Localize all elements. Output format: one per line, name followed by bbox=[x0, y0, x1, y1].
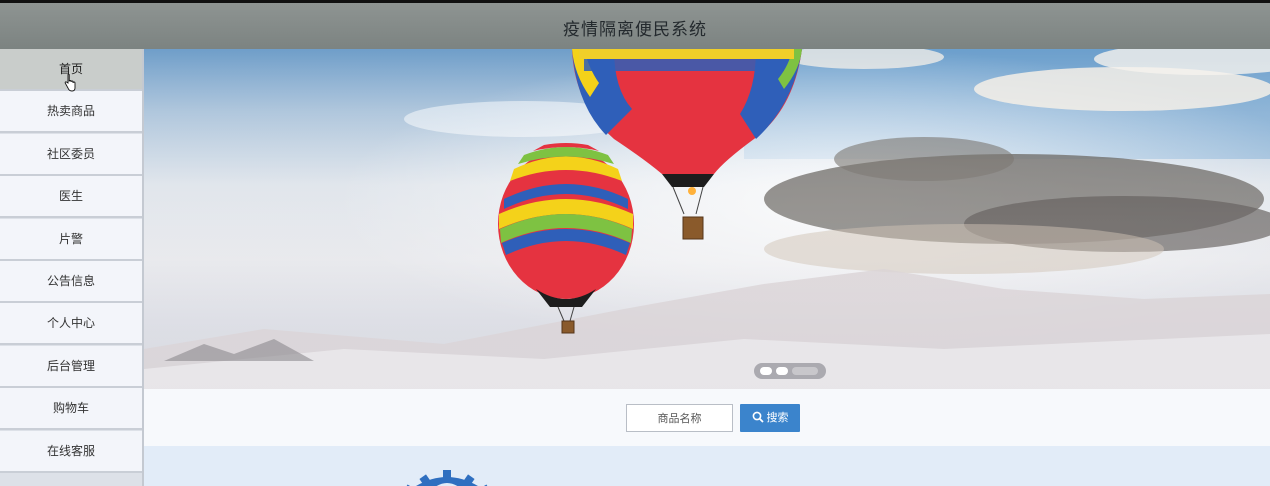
hot-air-balloon-image bbox=[144, 49, 1270, 389]
sidebar-item-admin[interactable]: 后台管理 bbox=[0, 345, 142, 388]
sidebar-item-police[interactable]: 片警 bbox=[0, 218, 142, 261]
sidebar-item-announcements[interactable]: 公告信息 bbox=[0, 260, 142, 303]
carousel-dot[interactable] bbox=[760, 367, 772, 375]
header-bar: 疫情隔离便民系统 bbox=[0, 0, 1270, 49]
hand-cursor-icon bbox=[64, 74, 76, 92]
search-button[interactable]: 搜索 bbox=[740, 404, 800, 432]
search-icon bbox=[752, 411, 764, 423]
gear-icon bbox=[403, 470, 491, 486]
product-name-search-input[interactable] bbox=[626, 404, 733, 432]
hero-banner[interactable] bbox=[144, 49, 1270, 389]
search-button-label: 搜索 bbox=[766, 411, 789, 424]
page: 疫情隔离便民系统 首页 热卖商品 社区委员 医生 片警 公告信息 个人中心 后台… bbox=[0, 0, 1270, 486]
page-title: 疫情隔离便民系统 bbox=[563, 20, 707, 40]
carousel-dot[interactable] bbox=[776, 367, 788, 375]
sidebar-item-doctor[interactable]: 医生 bbox=[0, 176, 142, 219]
sidebar-item-cart[interactable]: 购物车 bbox=[0, 388, 142, 431]
sidebar: 首页 热卖商品 社区委员 医生 片警 公告信息 个人中心 后台管理 购物车 在线… bbox=[0, 49, 144, 486]
sidebar-item-hot-products[interactable]: 热卖商品 bbox=[0, 91, 142, 134]
carousel-indicators bbox=[754, 363, 826, 379]
search-bar: 搜索 bbox=[144, 389, 1270, 446]
sidebar-item-online-service[interactable]: 在线客服 bbox=[0, 430, 142, 473]
content-area bbox=[144, 446, 1270, 486]
carousel-dot[interactable] bbox=[792, 367, 818, 375]
sidebar-item-personal-center[interactable]: 个人中心 bbox=[0, 303, 142, 346]
sidebar-item-community-committee[interactable]: 社区委员 bbox=[0, 133, 142, 176]
